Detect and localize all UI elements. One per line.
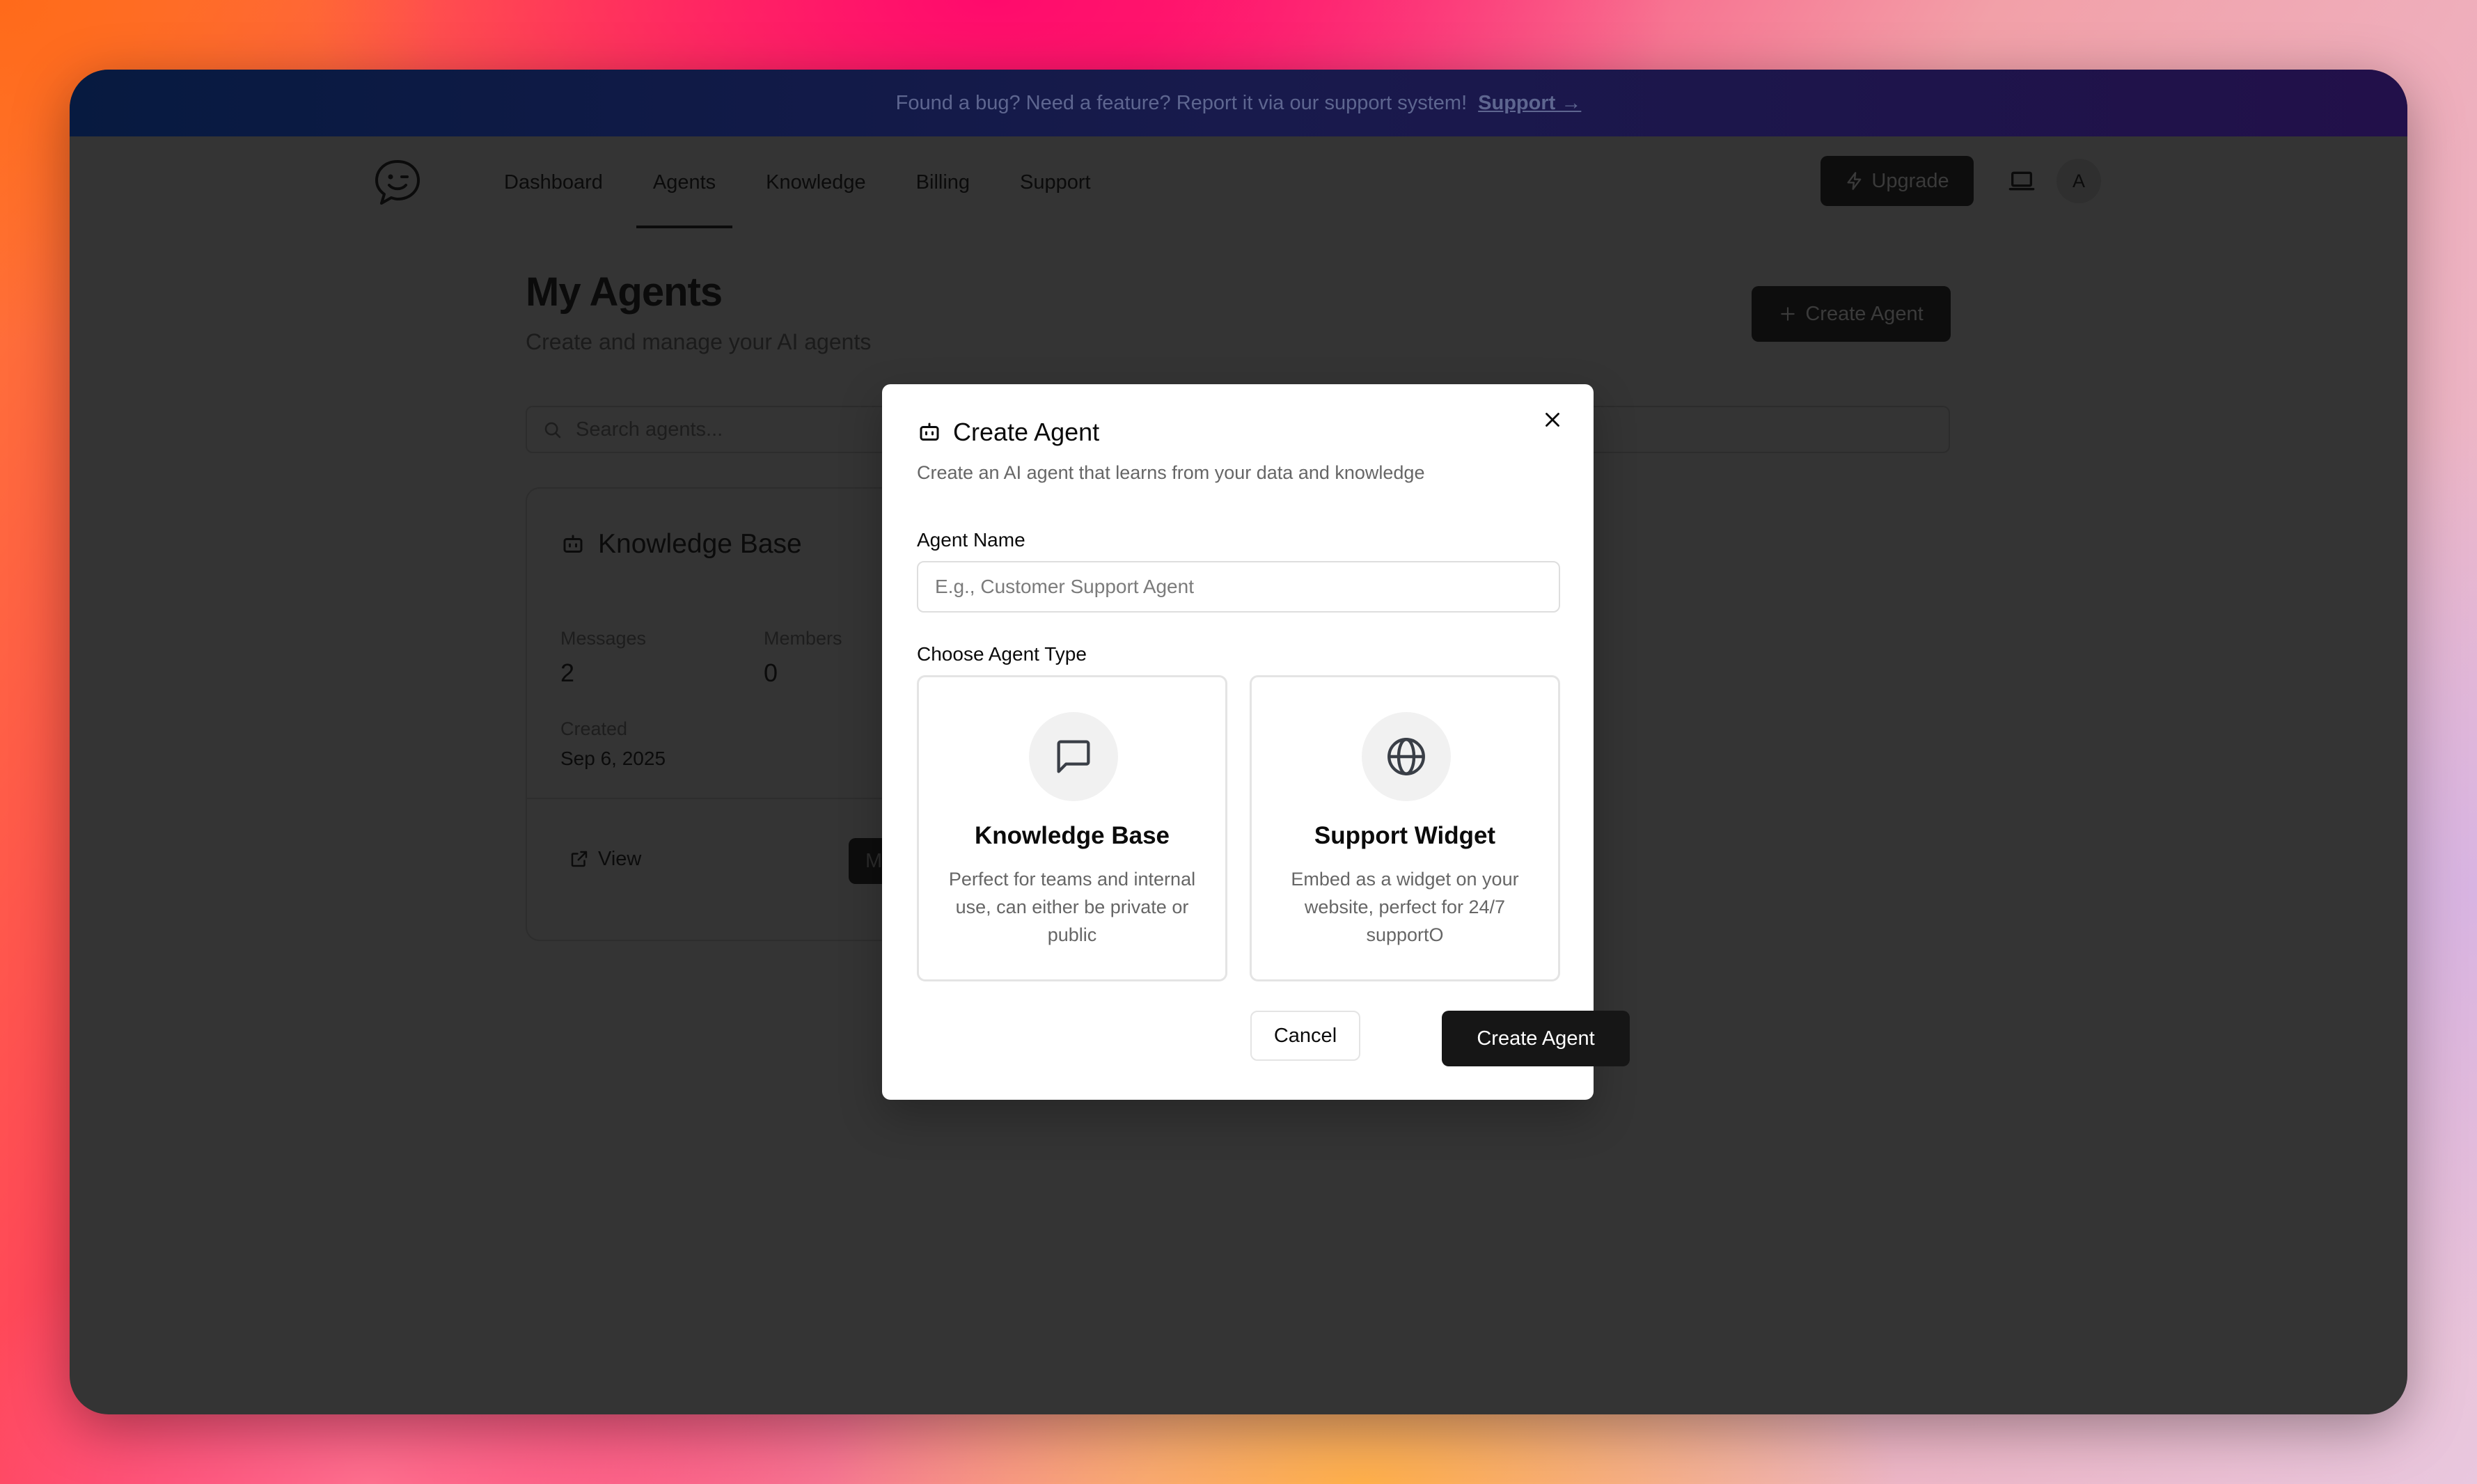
cancel-button[interactable]: Cancel [1250, 1011, 1360, 1061]
banner-support-link[interactable]: Support → [1478, 92, 1581, 115]
upgrade-button[interactable]: Upgrade [1821, 156, 1974, 206]
nav-item-billing[interactable]: Billing [899, 136, 986, 228]
announcement-banner: Found a bug? Need a feature? Report it v… [70, 70, 2407, 136]
user-avatar[interactable]: A [2057, 159, 2101, 203]
view-agent-button[interactable]: View [560, 838, 650, 880]
nav-item-agents[interactable]: Agents [636, 136, 733, 228]
type-icon-circle [1362, 712, 1451, 801]
agent-name-input[interactable] [917, 561, 1560, 613]
lightning-icon [1847, 172, 1862, 190]
type-description: Embed as a widget on your website, perfe… [1291, 869, 1519, 945]
members-label: Members [764, 628, 842, 649]
type-title: Support Widget [1314, 822, 1496, 849]
create-agent-submit-button[interactable]: Create Agent [1442, 1011, 1630, 1066]
dialog-description: Create an AI agent that learns from your… [917, 462, 1425, 483]
main-nav: Dashboard Agents Knowledge Billing Suppo… [487, 136, 1124, 228]
plus-icon [1781, 307, 1795, 321]
agent-type-label: Choose Agent Type [917, 643, 1087, 665]
agent-name: Knowledge Base [598, 529, 802, 559]
created-label: Created [560, 718, 628, 739]
type-description: Perfect for teams and internal use, can … [948, 869, 1196, 945]
agent-type-support-widget[interactable]: Support Widget Embed as a widget on your… [1250, 675, 1560, 981]
page-title: My Agents [526, 269, 723, 315]
create-agent-button[interactable]: Create Agent [1752, 286, 1951, 342]
agent-card-title: Knowledge Base [560, 529, 802, 560]
type-title: Knowledge Base [974, 822, 1170, 849]
upgrade-label: Upgrade [1871, 169, 1949, 192]
banner-text: Found a bug? Need a feature? Report it v… [895, 91, 1468, 114]
manage-label: M [865, 849, 883, 872]
nav-item-support[interactable]: Support [1003, 136, 1108, 228]
create-agent-dialog: Create Agent Create an AI agent that lea… [882, 384, 1630, 1100]
messages-value: 2 [560, 658, 575, 687]
globe-icon [1387, 738, 1425, 775]
message-square-icon [1057, 740, 1090, 773]
laptop-icon[interactable] [2008, 167, 2036, 195]
search-placeholder: Search agents... [576, 418, 723, 441]
dialog-title-text: Create Agent [953, 418, 1100, 446]
close-icon[interactable] [1541, 408, 1564, 432]
members-value: 0 [764, 658, 778, 687]
app-window: Found a bug? Need a feature? Report it v… [70, 70, 2407, 1414]
agent-name-label: Agent Name [917, 529, 1025, 551]
bot-icon [563, 535, 583, 553]
logo-chat-smile-icon[interactable] [372, 157, 423, 207]
search-icon [544, 422, 561, 439]
nav-item-knowledge[interactable]: Knowledge [749, 136, 883, 228]
nav-item-dashboard[interactable]: Dashboard [487, 136, 620, 228]
bot-icon [920, 423, 939, 441]
created-value: Sep 6, 2025 [560, 748, 666, 769]
top-navbar: Dashboard Agents Knowledge Billing Suppo… [70, 136, 2407, 228]
messages-label: Messages [560, 628, 647, 649]
view-label: View [598, 847, 642, 870]
type-icon-circle [1029, 712, 1118, 801]
dialog-title: Create Agent [917, 418, 1099, 447]
external-link-icon [571, 851, 588, 867]
page-subtitle: Create and manage your AI agents [526, 329, 872, 354]
create-agent-label: Create Agent [1805, 302, 1924, 325]
agent-type-knowledge-base[interactable]: Knowledge Base Perfect for teams and int… [917, 675, 1227, 981]
